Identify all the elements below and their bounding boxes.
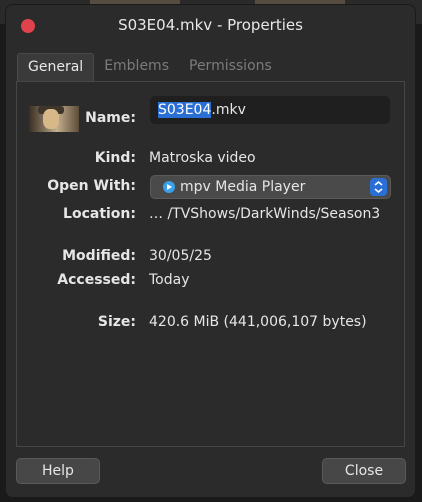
open-with-dropdown[interactable]: mpv Media Player (150, 175, 391, 199)
name-field[interactable]: S03E04.mkv (150, 96, 390, 124)
help-button[interactable]: Help (16, 458, 100, 484)
title-bar[interactable]: S03E04.mkv - Properties (6, 5, 415, 45)
name-label: Name: (85, 110, 136, 126)
modified-value: 30/05/25 (149, 248, 212, 264)
size-value: 420.6 MiB (441,006,107 bytes) (149, 314, 367, 330)
open-with-label: Open With: (47, 178, 136, 194)
name-extension-text: .mkv (211, 102, 246, 118)
close-button[interactable]: Close (322, 458, 406, 484)
tab-permissions[interactable]: Permissions (179, 53, 282, 81)
dropdown-arrows-icon (370, 178, 387, 196)
open-with-value: mpv Media Player (180, 179, 306, 195)
location-value: … /TVShows/DarkWinds/Season3 (149, 206, 381, 222)
mpv-icon (163, 181, 175, 193)
size-label: Size: (97, 314, 136, 330)
accessed-label: Accessed: (57, 272, 136, 288)
accessed-value: Today (149, 272, 190, 288)
general-panel (16, 81, 405, 447)
tab-bar: General Emblems Permissions (17, 53, 282, 81)
modified-label: Modified: (62, 248, 136, 264)
tab-general[interactable]: General (17, 53, 95, 81)
name-selected-text: S03E04 (158, 102, 212, 118)
kind-value: Matroska video (149, 150, 256, 166)
kind-label: Kind: (94, 150, 136, 166)
tab-emblems[interactable]: Emblems (94, 53, 179, 81)
properties-dialog: S03E04.mkv - Properties General Emblems … (5, 4, 416, 498)
location-label: Location: (63, 206, 136, 222)
window-title: S03E04.mkv - Properties (118, 16, 303, 34)
